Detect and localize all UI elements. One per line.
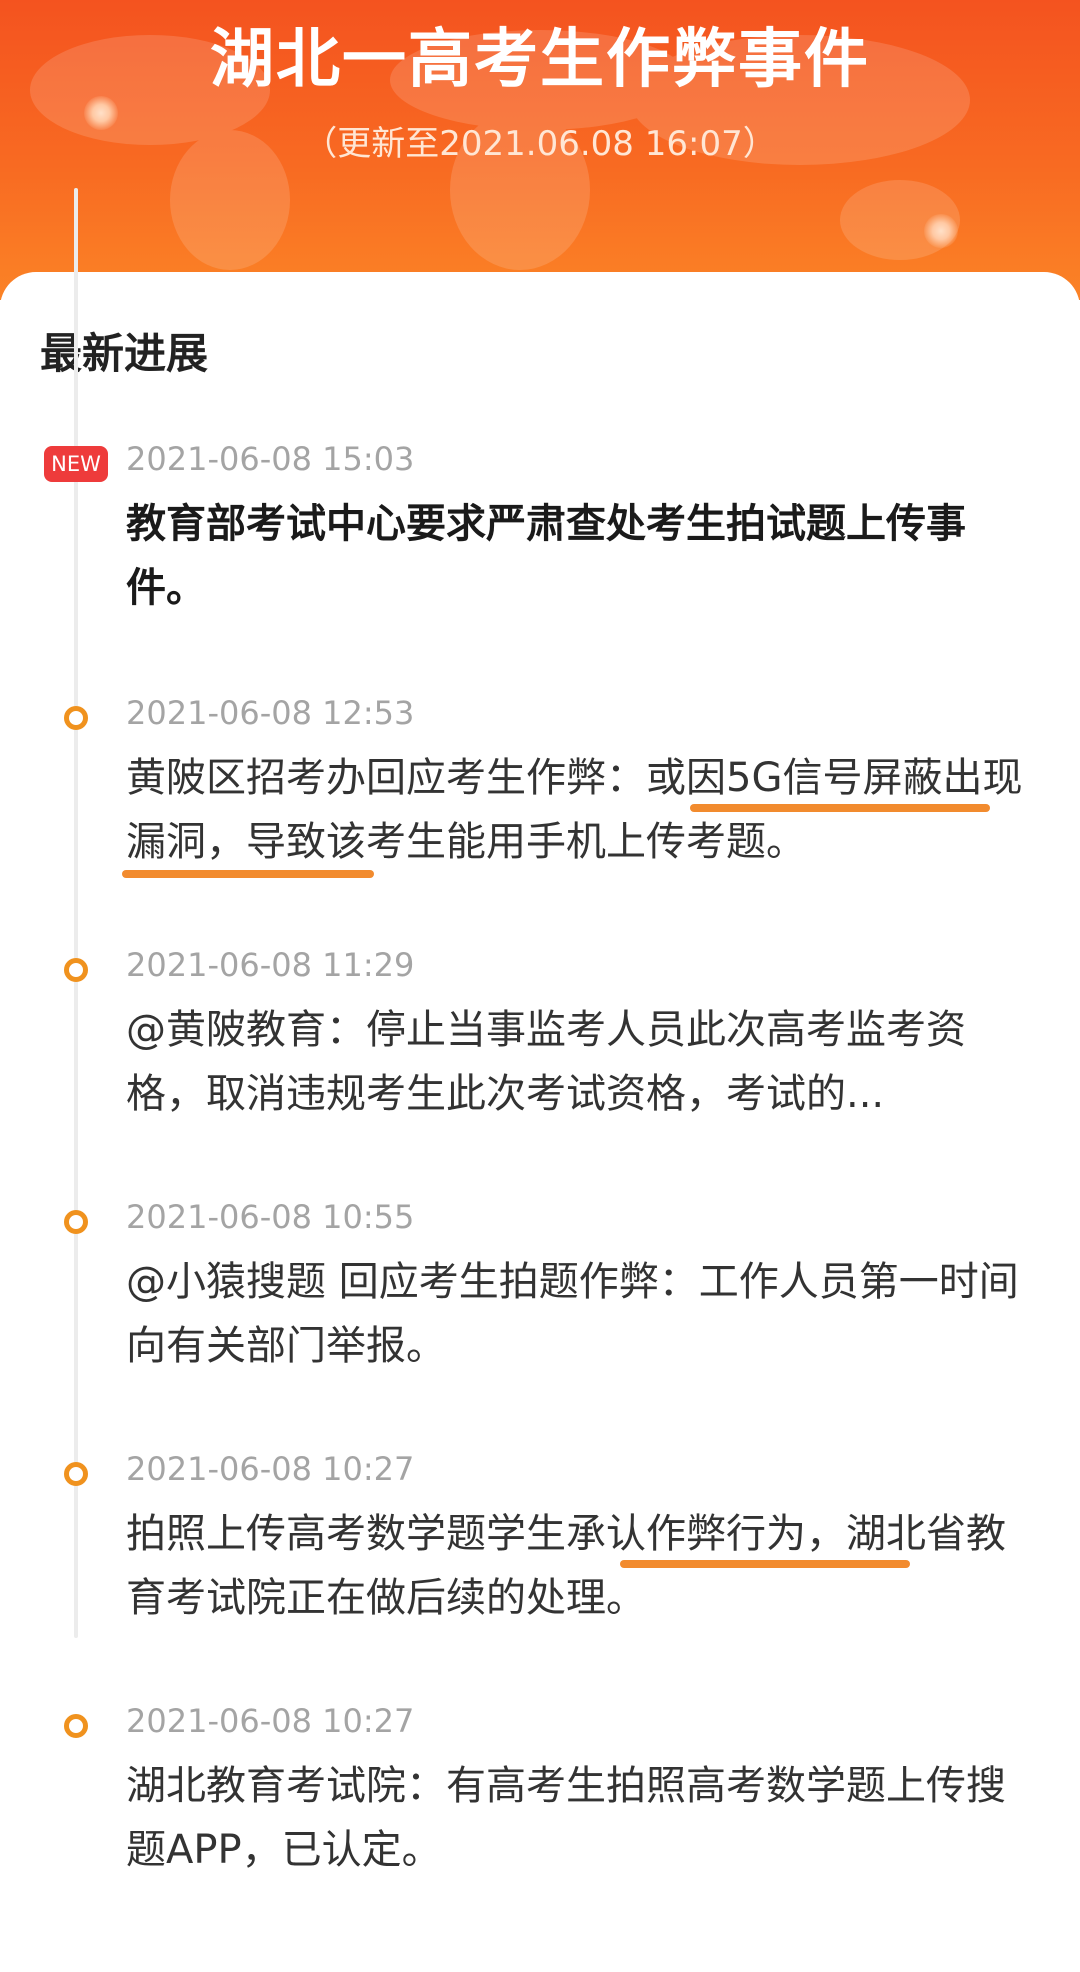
annotation-underline <box>690 804 990 812</box>
item-text: @黄陂教育：停止当事监考人员此次高考监考资格，取消违规考生此次考试资格，考试的.… <box>126 1007 966 1117</box>
timeline-line <box>74 188 78 1638</box>
annotation-underline <box>620 1560 910 1568</box>
item-time: 2021-06-08 10:55 <box>126 1198 415 1236</box>
timeline-marker-icon <box>64 1210 88 1234</box>
new-badge: NEW <box>44 446 108 482</box>
timeline-marker-icon <box>64 958 88 982</box>
item-time: 2021-06-08 15:03 <box>126 440 415 478</box>
item-text: 教育部考试中心要求严肃查处考生拍试题上传事件。 <box>126 501 966 611</box>
timeline-marker-icon <box>64 1462 88 1486</box>
item-text: 湖北教育考试院：有高考生拍照高考数学题上传搜题APP，已认定。 <box>126 1763 1006 1873</box>
annotation-underline <box>122 870 374 878</box>
item-time: 2021-06-08 10:27 <box>126 1702 415 1740</box>
item-time: 2021-06-08 12:53 <box>126 694 415 732</box>
item-time: 2021-06-08 11:29 <box>126 946 415 984</box>
timeline-marker-icon <box>64 1714 88 1738</box>
timeline-marker-icon <box>64 706 88 730</box>
item-text: @小猿搜题 回应考生拍题作弊：工作人员第一时间向有关部门举报。 <box>126 1259 1019 1369</box>
item-time: 2021-06-08 10:27 <box>126 1450 415 1488</box>
timeline: NEW 2021-06-08 15:03 教育部考试中心要求严肃查处考生拍试题上… <box>0 0 1080 1873</box>
